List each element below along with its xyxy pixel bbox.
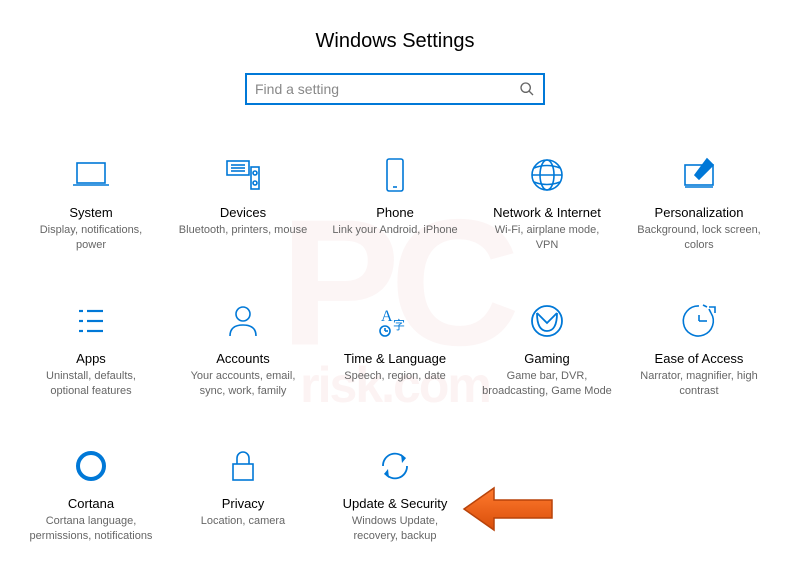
tile-desc: Background, lock screen, colors [634,223,764,253]
tile-devices[interactable]: Devices Bluetooth, printers, mouse [172,155,314,253]
phone-icon [375,155,415,195]
tile-title: Gaming [524,351,570,366]
tile-update-security[interactable]: Update & Security Windows Update, recove… [324,446,466,544]
tile-title: Privacy [222,496,265,511]
settings-grid: System Display, notifications, power Dev… [0,155,790,544]
tile-time-language[interactable]: A 字 Time & Language Speech, region, date [324,301,466,399]
tile-desc: Uninstall, defaults, optional features [26,369,156,399]
tile-title: Network & Internet [493,205,601,220]
tile-title: Phone [376,205,414,220]
tile-desc: Windows Update, recovery, backup [330,514,460,544]
globe-icon [527,155,567,195]
tile-title: Apps [76,351,106,366]
tile-title: Time & Language [344,351,446,366]
tile-desc: Wi-Fi, airplane mode, VPN [482,223,612,253]
tile-cortana[interactable]: Cortana Cortana language, permissions, n… [20,446,162,544]
tile-title: Devices [220,205,266,220]
search-icon [519,81,535,97]
tile-desc: Location, camera [201,514,285,529]
time-language-icon: A 字 [375,301,415,341]
tile-system[interactable]: System Display, notifications, power [20,155,162,253]
tile-desc: Speech, region, date [344,369,446,384]
page-title: Windows Settings [0,30,790,53]
tile-desc: Narrator, magnifier, high contrast [634,369,764,399]
tile-accounts[interactable]: Accounts Your accounts, email, sync, wor… [172,301,314,399]
tile-title: Accounts [216,351,269,366]
tile-title: System [69,205,112,220]
accounts-icon [223,301,263,341]
tile-title: Cortana [68,496,114,511]
tile-title: Personalization [655,205,744,220]
tile-title: Ease of Access [655,351,744,366]
system-icon [71,155,111,195]
search-box[interactable] [245,73,545,105]
svg-text:A: A [381,308,393,325]
tile-privacy[interactable]: Privacy Location, camera [172,446,314,544]
tile-network-internet[interactable]: Network & Internet Wi-Fi, airplane mode,… [476,155,618,253]
devices-icon [223,155,263,195]
lock-icon [223,446,263,486]
update-icon [375,446,415,486]
tile-desc: Link your Android, iPhone [332,223,457,238]
cortana-icon [71,446,111,486]
search-input[interactable] [255,81,519,97]
ease-of-access-icon [679,301,719,341]
tile-title: Update & Security [343,496,448,511]
tile-desc: Your accounts, email, sync, work, family [178,369,308,399]
tile-ease-of-access[interactable]: Ease of Access Narrator, magnifier, high… [628,301,770,399]
apps-icon [71,301,111,341]
tile-apps[interactable]: Apps Uninstall, defaults, optional featu… [20,301,162,399]
personalization-icon [679,155,719,195]
svg-text:字: 字 [393,317,405,332]
tile-phone[interactable]: Phone Link your Android, iPhone [324,155,466,253]
tile-personalization[interactable]: Personalization Background, lock screen,… [628,155,770,253]
tile-desc: Display, notifications, power [26,223,156,253]
gaming-icon [527,301,567,341]
tile-gaming[interactable]: Gaming Game bar, DVR, broadcasting, Game… [476,301,618,399]
tile-desc: Game bar, DVR, broadcasting, Game Mode [482,369,612,399]
tile-desc: Cortana language, permissions, notificat… [26,514,156,544]
tile-desc: Bluetooth, printers, mouse [179,223,307,238]
